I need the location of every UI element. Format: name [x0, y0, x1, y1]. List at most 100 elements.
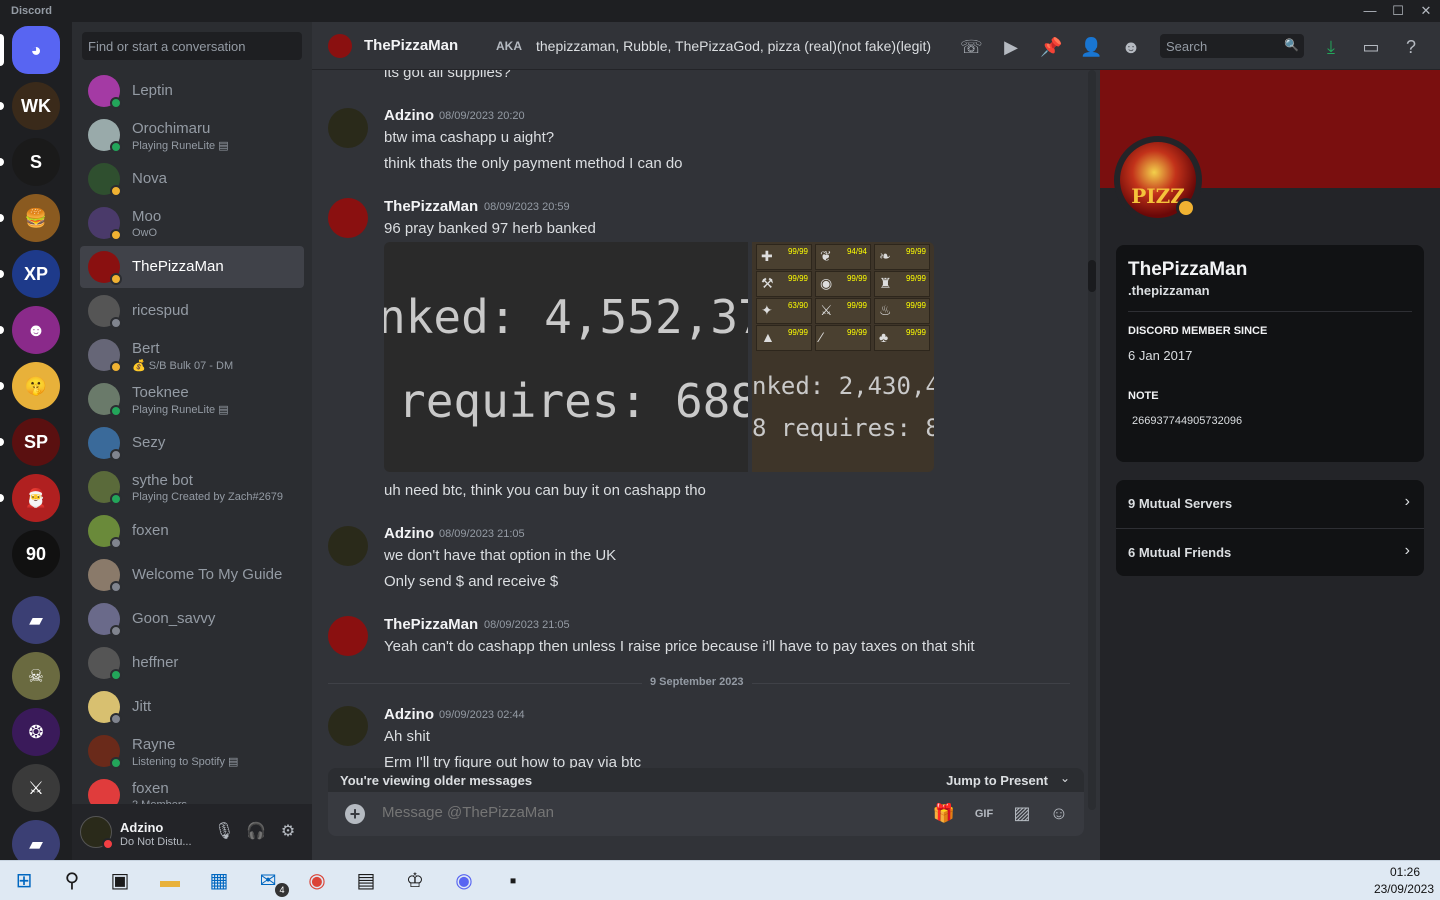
header-username[interactable]: ThePizzaMan [364, 37, 458, 54]
dm-item[interactable]: foxen2 Members [80, 774, 304, 804]
mutual-servers-button[interactable]: 9 Mutual Servers › [1116, 480, 1424, 528]
skill-tile: ⁄ 99/99 [815, 325, 871, 351]
headphones-icon[interactable]: 🎧 [246, 821, 266, 841]
server-icon[interactable]: S [12, 138, 60, 186]
runelite-icon[interactable]: ♔ [401, 867, 429, 895]
message-text: Yeah can't do cashapp then unless I rais… [384, 638, 975, 655]
server-icon[interactable]: ❂ [12, 708, 60, 756]
server-icon[interactable]: ▰ [12, 596, 60, 644]
dm-item[interactable]: Sezy [80, 422, 304, 464]
status-icon [110, 141, 122, 153]
server-icon[interactable]: ☠ [12, 652, 60, 700]
dm-item[interactable]: Leptin [80, 70, 304, 112]
sticker-icon[interactable]: ▨ [1010, 803, 1034, 825]
dm-item[interactable]: Welcome To My Guide [80, 554, 304, 596]
gift-icon[interactable]: 🎁 [932, 803, 956, 825]
dm-item[interactable]: foxen [80, 510, 304, 552]
file-explorer-icon[interactable]: ▬ [156, 867, 184, 895]
server-icon[interactable]: 90 [12, 530, 60, 578]
status-icon [110, 361, 122, 373]
message-avatar[interactable] [328, 198, 368, 238]
server-icon[interactable]: WK [12, 82, 60, 130]
dm-activity: Playing Created by Zach#2679 [132, 491, 284, 503]
jump-to-present-button[interactable]: Jump to Present [946, 773, 1048, 788]
help-icon[interactable]: ? [1400, 36, 1422, 58]
server-icon[interactable]: 🎅 [12, 474, 60, 522]
server-icon[interactable]: 🍔 [12, 194, 60, 242]
clock-time[interactable]: 01:26 [1390, 865, 1420, 879]
discord-taskbar-icon[interactable]: ◉ [450, 867, 478, 895]
user-name[interactable]: Adzino [120, 820, 163, 835]
store-icon[interactable]: ▦ [205, 867, 233, 895]
dm-activity: Playing RuneLite ▤ [132, 140, 229, 152]
add-attachment-icon[interactable]: + [345, 804, 365, 824]
message-avatar[interactable] [328, 108, 368, 148]
message-author[interactable]: Adzino [384, 706, 434, 723]
message-author[interactable]: Adzino [384, 107, 434, 124]
mutual-friends-button[interactable]: 6 Mutual Friends › [1116, 529, 1424, 577]
image-attachment[interactable]: ✚ 99/99 ❦ 94/94 ❧ 99/99 ⚒ 99/99 ◉ 99/99 ♜ 99/99 ✦ 63/… [752, 242, 934, 472]
dm-item[interactable]: ThePizzaMan [80, 246, 304, 288]
task-view-icon[interactable]: ▣ [106, 867, 134, 895]
dm-item[interactable]: sythe bot Playing Created by Zach#2679 [80, 466, 304, 508]
maximize-button[interactable]: ☐ [1384, 0, 1412, 22]
microphone-icon[interactable]: 🎙 [214, 821, 234, 841]
chrome-icon[interactable]: ◉ [303, 867, 331, 895]
mutual-servers-label: 9 Mutual Servers [1128, 496, 1233, 511]
message-avatar[interactable] [328, 706, 368, 746]
calculator-icon[interactable]: ▤ [352, 867, 380, 895]
add-friend-icon[interactable]: 👤 [1080, 36, 1102, 58]
dm-item[interactable]: Toeknee Playing RuneLite ▤ [80, 378, 304, 420]
server-icon[interactable]: SP [12, 418, 60, 466]
inbox-icon[interactable]: ▭ [1360, 36, 1382, 58]
user-profile-icon[interactable]: ☻ [1120, 36, 1142, 58]
server-icon[interactable]: 🤫 [12, 362, 60, 410]
profile-username[interactable]: .thepizzaman [1128, 283, 1210, 298]
message-avatar[interactable] [328, 616, 368, 656]
message-scrollbar[interactable] [1088, 70, 1096, 810]
chevron-right-icon: › [1404, 493, 1410, 510]
server-icon[interactable]: XP [12, 250, 60, 298]
message-author[interactable]: Adzino [384, 525, 434, 542]
voice-call-icon[interactable]: ☏ [960, 36, 983, 58]
dm-item[interactable]: ricespud [80, 290, 304, 332]
dm-item[interactable]: Moo OwO [80, 202, 304, 244]
discord-home-icon[interactable]: ◕ [12, 26, 60, 74]
server-icon[interactable]: ▰ [12, 820, 60, 860]
dm-item[interactable]: Nova [80, 158, 304, 200]
gif-icon[interactable]: GIF [972, 803, 996, 825]
dm-item[interactable]: Rayne Listening to Spotify ▤ [80, 730, 304, 772]
message-author[interactable]: ThePizzaMan [384, 616, 478, 633]
chevron-down-icon[interactable]: ⌄ [1060, 771, 1070, 785]
gear-icon[interactable]: ⚙ [278, 821, 298, 841]
skill-icon: ❧ [879, 248, 891, 264]
video-call-icon[interactable]: ▶ [1000, 36, 1022, 58]
dm-item[interactable]: heffner [80, 642, 304, 684]
image-attachment[interactable]: nked: 4,552,379: requires: 688,6 [384, 242, 748, 472]
download-icon[interactable]: ⤓ [1320, 36, 1342, 58]
clock-date[interactable]: 23/09/2023 [1374, 882, 1434, 896]
dm-item[interactable]: Bert 💰 S/B Bulk 07 - DM [80, 334, 304, 376]
dm-item[interactable]: Jitt [80, 686, 304, 728]
message-input[interactable] [382, 804, 882, 821]
search-icon[interactable]: ⚲ [58, 867, 86, 895]
note-field[interactable]: 266937744905732096 [1132, 415, 1242, 427]
dm-item[interactable]: Goon_savvy [80, 598, 304, 640]
dm-search-input[interactable]: Find or start a conversation [82, 32, 302, 60]
dm-item[interactable]: Orochimaru Playing RuneLite ▤ [80, 114, 304, 156]
pin-icon[interactable]: 📌 [1040, 36, 1062, 58]
windows-start-icon[interactable]: ⊞ [10, 867, 38, 895]
server-icon[interactable]: ⚔ [12, 764, 60, 812]
server-icon[interactable]: ☻ [12, 306, 60, 354]
close-button[interactable]: ✕ [1412, 0, 1440, 22]
minimize-button[interactable]: — [1356, 0, 1384, 22]
message-author[interactable]: ThePizzaMan [384, 198, 478, 215]
scrollbar-thumb[interactable] [1088, 260, 1096, 292]
message-avatar[interactable] [328, 526, 368, 566]
terminal-icon[interactable]: ▪ [499, 867, 527, 895]
emoji-icon[interactable]: ☺ [1047, 803, 1071, 825]
dm-activity: OwO [132, 227, 158, 239]
skill-icon: ♨ [879, 302, 892, 318]
header-search-input[interactable]: Search [1160, 34, 1304, 58]
search-icon: 🔍 [1284, 38, 1299, 52]
